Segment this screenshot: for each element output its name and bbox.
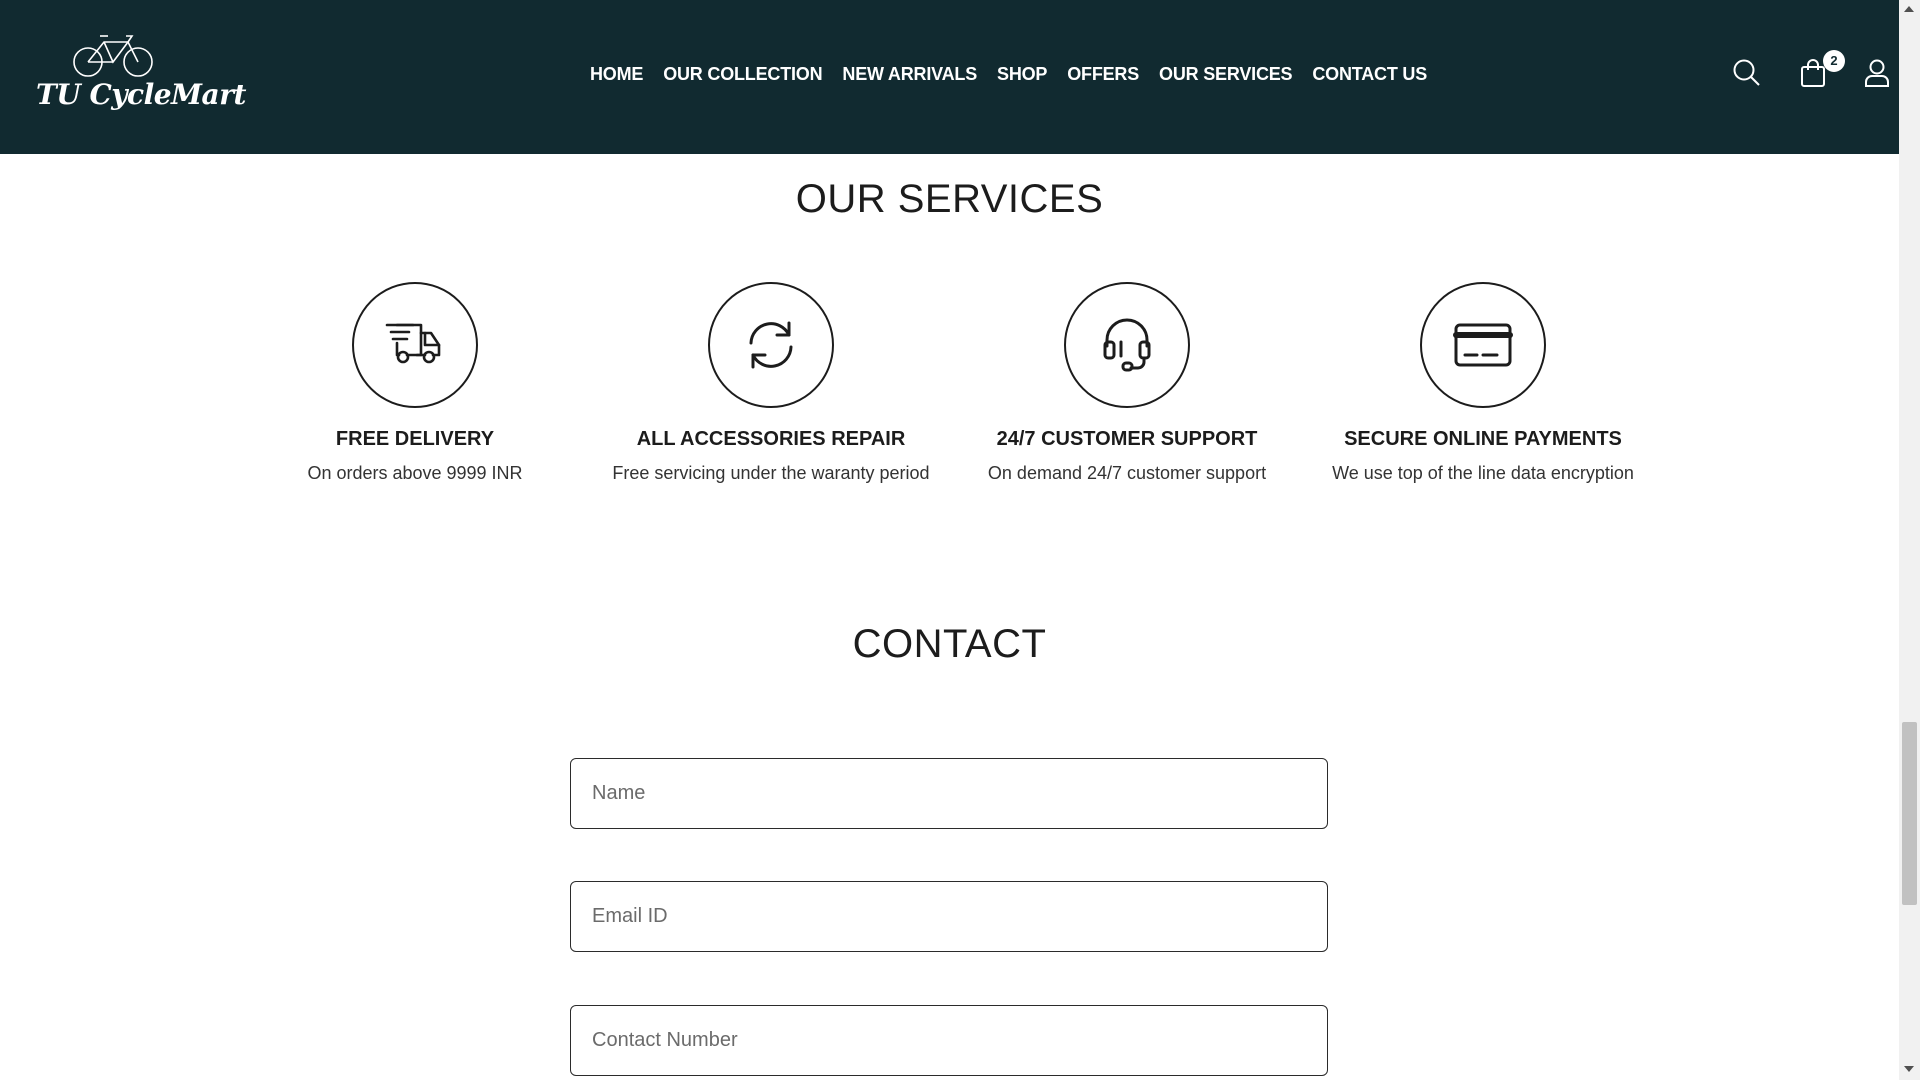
- service-description: On orders above 9999 INR: [307, 463, 523, 483]
- contact-heading: CONTACT: [852, 622, 1047, 666]
- scroll-down-icon[interactable]: [1904, 1066, 1914, 1072]
- brand-logo[interactable]: TU CycleMart: [34, 30, 246, 120]
- bicycle-icon: [73, 35, 153, 77]
- nav-shop[interactable]: SHOP: [997, 64, 1047, 85]
- scrollbar-thumb[interactable]: [1902, 722, 1917, 905]
- services-heading: OUR SERVICES: [795, 177, 1104, 221]
- nav-our-collection[interactable]: OUR COLLECTION: [663, 64, 822, 85]
- headset-icon: [1064, 282, 1190, 408]
- scroll-up-icon[interactable]: [1904, 6, 1914, 12]
- name-field[interactable]: [570, 758, 1328, 829]
- service-title: ALL ACCESSORIES REPAIR: [636, 428, 906, 450]
- service-item: 24/7 CUSTOMER SUPPORT On demand 24/7 cus…: [949, 282, 1305, 484]
- delivery-truck-icon: [352, 282, 478, 408]
- search-icon[interactable]: [1732, 58, 1762, 93]
- site-header: TU CycleMart HOME OUR COLLECTION NEW ARR…: [0, 0, 1899, 154]
- email-field[interactable]: [570, 881, 1328, 952]
- service-item: ALL ACCESSORIES REPAIR Free servicing un…: [593, 282, 949, 484]
- refresh-icon: [708, 282, 834, 408]
- service-title: FREE DELIVERY: [335, 428, 495, 450]
- nav-new-arrivals[interactable]: NEW ARRIVALS: [842, 64, 977, 85]
- user-icon[interactable]: [1864, 58, 1890, 93]
- contact-number-field[interactable]: [570, 1005, 1328, 1076]
- main-nav: HOME OUR COLLECTION NEW ARRIVALS SHOP OF…: [590, 64, 1427, 85]
- nav-contact-us[interactable]: CONTACT US: [1312, 64, 1427, 85]
- service-description: Free servicing under the waranty period: [612, 463, 930, 483]
- nav-our-services[interactable]: OUR SERVICES: [1159, 64, 1293, 85]
- logo-text: TU CycleMart: [36, 78, 246, 111]
- credit-card-icon: [1420, 282, 1546, 408]
- service-item: FREE DELIVERY On orders above 9999 INR: [237, 282, 593, 484]
- service-item: SECURE ONLINE PAYMENTS We use top of the…: [1305, 282, 1661, 484]
- service-description: On demand 24/7 customer support: [987, 463, 1267, 483]
- nav-offers[interactable]: OFFERS: [1067, 64, 1139, 85]
- nav-home[interactable]: HOME: [590, 64, 643, 85]
- cart-count-badge: 2: [1823, 50, 1845, 72]
- page-scrollbar[interactable]: [1899, 0, 1920, 1080]
- service-title: SECURE ONLINE PAYMENTS: [1344, 428, 1622, 450]
- service-title: 24/7 CUSTOMER SUPPORT: [996, 428, 1258, 450]
- service-description: We use top of the line data encryption: [1332, 463, 1634, 483]
